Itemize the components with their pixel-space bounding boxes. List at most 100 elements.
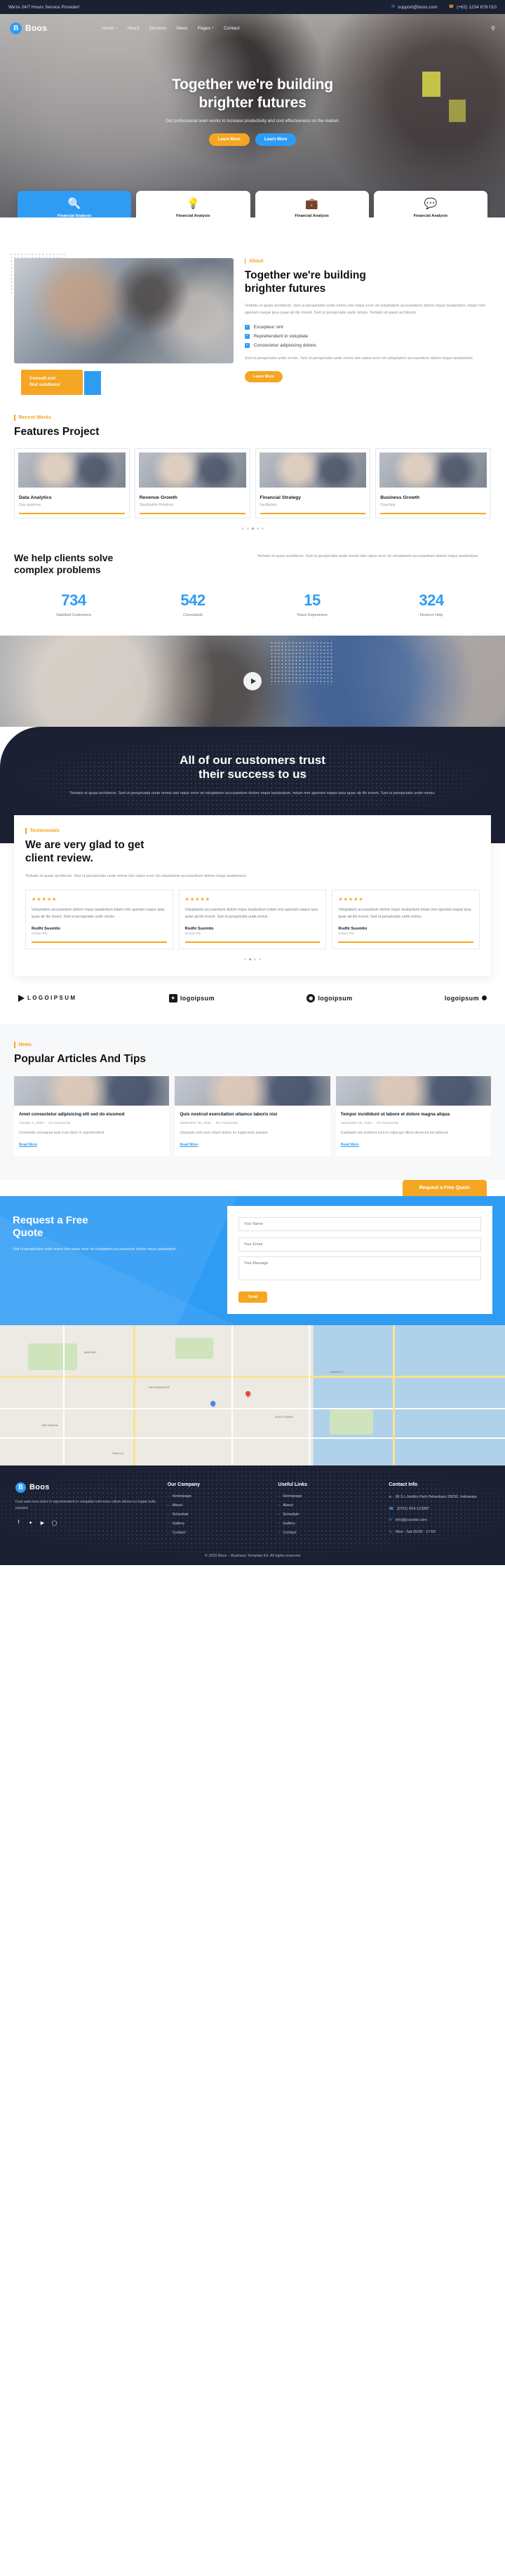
triangle-logo-mark xyxy=(18,994,25,1002)
carousel-dot[interactable] xyxy=(256,527,259,530)
carousel-dot[interactable] xyxy=(259,958,261,960)
nav-item-news[interactable]: News xyxy=(176,26,187,31)
footer-contact-text: Mon - Sat 09:00 - 17:00 xyxy=(396,1530,436,1535)
news-card-comments: No Comments xyxy=(48,1121,71,1125)
play-icon[interactable] xyxy=(243,671,262,690)
news-card[interactable]: Tempor incididunt ut labore et dolore ma… xyxy=(335,1075,492,1156)
news-card[interactable]: Amet consectetur adipisicing elit sed do… xyxy=(14,1075,170,1156)
footer-useful-contact[interactable]: › Contact xyxy=(278,1531,379,1535)
news-card[interactable]: Quis nostrud exercitation ullamco labori… xyxy=(175,1075,330,1156)
search-icon[interactable]: ⚲ xyxy=(491,25,495,32)
footer-useful-homepage[interactable]: › Homepage xyxy=(278,1494,379,1498)
about-learn-more-button[interactable]: Learn More xyxy=(244,370,283,382)
feature-card[interactable]: Data Analytics Duis auteirure xyxy=(14,448,130,518)
quote-left: Request a Free Quote Sed ut perspiciatis… xyxy=(0,1196,227,1325)
quote-section: Request a Free Quote Sed ut perspiciatis… xyxy=(0,1195,505,1325)
news-card-excerpt: Commodo consequat aute irure dolor in re… xyxy=(19,1130,105,1135)
name-field[interactable] xyxy=(238,1216,481,1231)
stat-label: Finance Help xyxy=(419,612,443,617)
footer-useful-about[interactable]: › About xyxy=(278,1503,379,1508)
carousel-dot[interactable] xyxy=(246,527,249,530)
features-carousel-dots xyxy=(14,527,491,530)
footer-link-homepage[interactable]: › Homepage xyxy=(168,1494,269,1498)
testimonial-author-name: Rudhi Susmito xyxy=(32,927,60,932)
feature-card-title: Business Growth xyxy=(380,495,420,501)
service-card-financial-analysis-2[interactable]: 💡 Financial Analysis xyxy=(136,191,250,217)
map-label: LAMBETH xyxy=(330,1369,343,1374)
footer-useful-schedule[interactable]: › Schedule xyxy=(278,1512,379,1517)
footer-copyright: © 2020 Boos – Business Template Kit. All… xyxy=(204,1553,300,1558)
check-icon: ✓ xyxy=(244,342,250,348)
map-label: WESTMINSTER xyxy=(149,1385,170,1389)
message-field[interactable] xyxy=(238,1256,481,1280)
nav-item-pages[interactable]: Pages + xyxy=(198,26,214,31)
feature-card[interactable]: Financial Strategy Facilitation xyxy=(255,448,371,518)
feature-card[interactable]: Business Growth Coaching xyxy=(375,448,491,518)
service-card-financial-analysis-1[interactable]: 🔍 Financial Analysis xyxy=(18,191,132,217)
footer-useful-heading: Useful Links xyxy=(278,1482,308,1487)
about-badge-line1: Consult and xyxy=(29,376,55,382)
footer-useful-gallery[interactable]: › Gallery xyxy=(278,1522,379,1526)
footer-brand-column: B Boos Duis aute irure dolor in reprehen… xyxy=(15,1482,158,1541)
testimonial-card-rule xyxy=(338,941,474,943)
footer-contact-email[interactable]: ✉ info@yoursite.com xyxy=(389,1517,490,1524)
news-card-read-more[interactable]: Read More xyxy=(341,1143,359,1147)
footer-company-column: Our Company › Homepage › About › Schedule ›… xyxy=(168,1482,269,1541)
footer-contact-address: ◈ 99 S.t Jomblo Park Pekanbaru 28292. Ind… xyxy=(389,1494,490,1501)
footer-link-about[interactable]: › About xyxy=(168,1503,269,1508)
service-card-financial-analysis-3[interactable]: 💼 Financial Analysis xyxy=(255,191,369,217)
nav-item-home[interactable]: Home + xyxy=(102,26,117,31)
site-logo[interactable]: B Boos xyxy=(10,22,47,34)
nav-item-about[interactable]: About xyxy=(127,26,139,31)
map-road-main xyxy=(0,1375,505,1378)
trust-title-line2: their success to us xyxy=(198,767,307,781)
topbar-phone[interactable]: ☎ (+62) 1234 678 010 xyxy=(449,5,497,10)
twitter-icon[interactable]: ✦ xyxy=(27,1520,34,1526)
request-quote-tab[interactable]: Request a Free Quote xyxy=(402,1179,487,1196)
news-card-read-more[interactable]: Read More xyxy=(19,1143,37,1147)
carousel-dot[interactable] xyxy=(244,958,246,960)
chevron-right-icon: › xyxy=(278,1503,280,1508)
news-card-meta: October 1, 2020 - No Comments xyxy=(19,1121,71,1125)
about-badge-line2: find solutions! xyxy=(29,382,61,387)
news-card-image xyxy=(335,1075,492,1106)
testimonials-title-line1: We are very glad to get xyxy=(25,839,144,852)
hero-primary-button[interactable]: Learn More xyxy=(208,133,250,147)
site-footer: B Boos Duis aute irure dolor in reprehen… xyxy=(0,1465,505,1565)
feature-card[interactable]: Revenue Growth Stackholder Relations xyxy=(134,448,250,518)
news-card-title: Quis nostrud exercitation ullamco labori… xyxy=(180,1111,278,1117)
instagram-icon[interactable]: ◯ xyxy=(51,1520,58,1526)
footer-link-contact[interactable]: › Contact xyxy=(168,1531,269,1535)
footer-link-schedule[interactable]: › Schedule xyxy=(168,1512,269,1517)
about-media: Consult and find solutions! xyxy=(10,253,234,395)
topbar-email[interactable]: ✉ support@boos.com xyxy=(391,5,438,10)
service-card-financial-analysis-4[interactable]: 💬 Financial Analysis xyxy=(373,191,487,217)
testimonials-title: We are very glad to get client review. xyxy=(25,839,480,865)
location-map[interactable]: WESTMINSTER SOUTH BANK MAYFAIR PIMLICO L… xyxy=(0,1324,505,1465)
footer-grid: B Boos Duis aute irure dolor in reprehen… xyxy=(15,1482,490,1541)
youtube-icon[interactable]: ▶ xyxy=(39,1520,46,1526)
footer-link-gallery[interactable]: › Gallery xyxy=(168,1522,269,1526)
carousel-dot-active[interactable] xyxy=(251,527,254,530)
quote-paragraph: Sed ut perspiciatis unde omnis iste natu… xyxy=(13,1247,177,1252)
nav-item-services[interactable]: Services xyxy=(149,26,166,31)
stats-title-line2: complex problems xyxy=(14,563,101,575)
about-check-list: ✓ Excepteur sint ✓ Reprehenderit in volu… xyxy=(244,324,491,348)
map-road xyxy=(63,1324,65,1465)
footer-company-heading: Our Company xyxy=(167,1482,201,1487)
email-field[interactable] xyxy=(238,1237,481,1252)
chevron-right-icon: › xyxy=(278,1494,280,1498)
send-button[interactable]: Send xyxy=(238,1291,268,1303)
nav-item-contact[interactable]: Contact xyxy=(224,26,239,31)
topbar-phone-text: (+62) 1234 678 010 xyxy=(457,4,497,10)
facebook-icon[interactable]: f xyxy=(15,1520,22,1526)
hero-secondary-button[interactable]: Learn More xyxy=(255,133,297,147)
check-icon: ✓ xyxy=(244,324,250,330)
footer-logo[interactable]: B Boos xyxy=(15,1482,158,1493)
news-card-read-more[interactable]: Read More xyxy=(180,1143,198,1147)
carousel-dot[interactable] xyxy=(261,527,264,530)
carousel-dot[interactable] xyxy=(241,527,244,530)
carousel-dot[interactable] xyxy=(254,958,256,960)
footer-contact-phone[interactable]: ☎ (0761) 654-123987 xyxy=(389,1506,490,1512)
carousel-dot-active[interactable] xyxy=(249,958,251,960)
